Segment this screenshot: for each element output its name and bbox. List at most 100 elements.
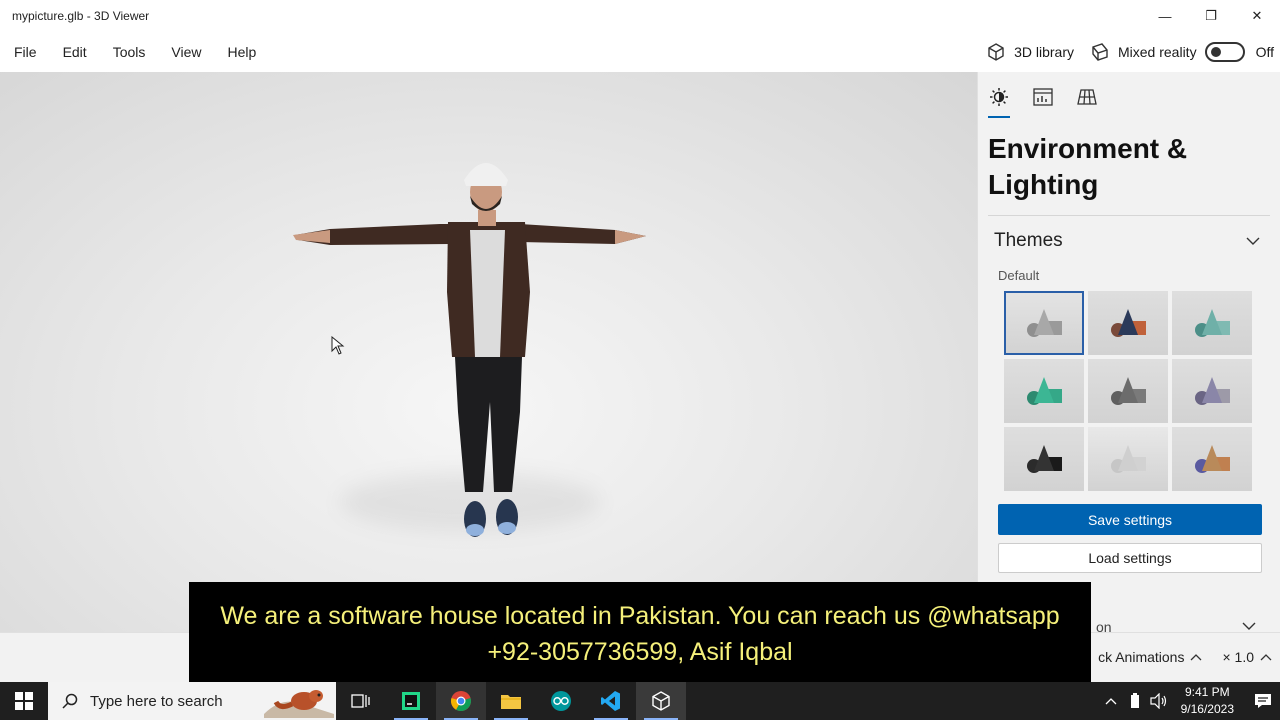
- theme-preview-icon: [1111, 377, 1146, 405]
- taskbar-search-box[interactable]: Type here to search: [48, 682, 336, 720]
- taskbar-app-chrome[interactable]: [436, 682, 486, 720]
- 3d-character-model[interactable]: [0, 72, 977, 632]
- taskbar-app-arduino[interactable]: [536, 682, 586, 720]
- stats-icon: [1033, 88, 1053, 106]
- system-clock[interactable]: 9:41 PM 9/16/2023: [1181, 684, 1234, 718]
- speed-label[interactable]: × 1.0: [1222, 649, 1254, 665]
- task-view-button[interactable]: [336, 682, 386, 720]
- menu-bar: File Edit Tools View Help 3D library Mix…: [0, 32, 1280, 72]
- task-view-icon: [351, 694, 370, 708]
- themes-section-header[interactable]: Themes: [994, 230, 1260, 252]
- subtitle-line-1: We are a software house located in Pakis…: [220, 602, 1060, 630]
- menu-view[interactable]: View: [158, 44, 214, 60]
- chevron-up-icon: [1105, 698, 1117, 705]
- title-bar: mypicture.glb - 3D Viewer — ❐ ✕: [0, 0, 1280, 32]
- cube-icon: [988, 43, 1004, 61]
- start-button[interactable]: [0, 682, 48, 720]
- theme-grid: [1004, 291, 1280, 491]
- toggle-state-label: Off: [1255, 44, 1274, 60]
- theme-option-9[interactable]: [1172, 427, 1252, 491]
- battery-icon: [1130, 693, 1139, 708]
- theme-option-8[interactable]: [1088, 427, 1168, 491]
- minimize-button[interactable]: —: [1142, 0, 1188, 32]
- theme-option-2[interactable]: [1088, 291, 1168, 355]
- window-title: mypicture.glb - 3D Viewer: [12, 9, 150, 23]
- taskbar: Type here to search 9:41 PM 9/16/2023: [0, 682, 1280, 720]
- mixed-reality-button[interactable]: Mixed reality: [1090, 42, 1197, 62]
- themes-label: Themes: [994, 230, 1063, 251]
- menu-file[interactable]: File: [1, 44, 50, 60]
- search-placeholder: Type here to search: [90, 692, 223, 710]
- theme-option-6[interactable]: [1172, 359, 1252, 423]
- notification-icon: [1255, 694, 1271, 708]
- taskbar-app-file-explorer[interactable]: [486, 682, 536, 720]
- animation-controls: ck Animations × 1.0: [1098, 649, 1272, 665]
- tray-overflow-button[interactable]: [1099, 697, 1123, 705]
- taskbar-app-pycharm[interactable]: [386, 682, 436, 720]
- load-settings-button[interactable]: Load settings: [998, 543, 1262, 573]
- taskbar-app-vscode[interactable]: [586, 682, 636, 720]
- 3d-library-label: 3D library: [1014, 44, 1074, 60]
- theme-option-1[interactable]: [1004, 291, 1084, 355]
- restore-button[interactable]: ❐: [1188, 0, 1234, 32]
- sun-icon: [990, 88, 1008, 106]
- subtitle-overlay: We are a software house located in Pakis…: [189, 582, 1091, 685]
- menu-edit[interactable]: Edit: [50, 44, 100, 60]
- collapsed-chevron-icon[interactable]: [1242, 622, 1256, 630]
- pycharm-icon: [402, 692, 420, 710]
- clock-time: 9:41 PM: [1184, 685, 1230, 699]
- 3d-library-button[interactable]: 3D library: [986, 42, 1074, 62]
- folder-icon: [501, 695, 521, 709]
- menu-help[interactable]: Help: [214, 44, 269, 60]
- theme-preview-icon: [1027, 309, 1062, 337]
- animations-label[interactable]: ck Animations: [1098, 649, 1184, 665]
- theme-option-7[interactable]: [1004, 427, 1084, 491]
- arduino-icon: [551, 691, 571, 711]
- tab-stats[interactable]: [1032, 86, 1054, 108]
- battery-button[interactable]: [1123, 693, 1147, 709]
- chevron-up-icon[interactable]: [1190, 653, 1202, 661]
- panel-heading: Environment & Lighting: [988, 133, 1188, 200]
- tab-grid[interactable]: [1076, 86, 1098, 108]
- chrome-icon: [451, 691, 471, 712]
- collapsed-section-label[interactable]: on: [1096, 619, 1112, 635]
- theme-preview-icon: [1195, 309, 1230, 337]
- theme-option-4[interactable]: [1004, 359, 1084, 423]
- search-icon: [62, 693, 78, 709]
- mixed-reality-toggle[interactable]: [1204, 42, 1245, 62]
- windows-logo-icon: [15, 692, 33, 710]
- notification-center-button[interactable]: [1246, 693, 1280, 709]
- mixed-reality-label: Mixed reality: [1117, 44, 1197, 60]
- save-settings-button[interactable]: Save settings: [998, 504, 1262, 535]
- close-button[interactable]: ✕: [1234, 0, 1280, 32]
- themes-default-label: Default: [998, 268, 1040, 283]
- system-tray: 9:41 PM 9/16/2023: [1099, 682, 1280, 720]
- panel-tabs: [988, 86, 1280, 118]
- menu-tools[interactable]: Tools: [100, 44, 159, 60]
- theme-option-5[interactable]: [1088, 359, 1168, 423]
- theme-option-3[interactable]: [1172, 291, 1252, 355]
- theme-preview-icon: [1111, 445, 1146, 473]
- mixed-reality-icon: [1092, 43, 1108, 61]
- volume-icon: [1150, 693, 1166, 709]
- grid-icon: [1077, 89, 1097, 105]
- speed-chevron-up-icon[interactable]: [1260, 653, 1272, 661]
- window-controls: — ❐ ✕: [1142, 0, 1280, 32]
- volume-button[interactable]: [1147, 693, 1171, 709]
- clock-date: 9/16/2023: [1180, 702, 1234, 716]
- red-panda-illustration-icon: [264, 690, 334, 718]
- 3d-viewport[interactable]: [0, 72, 977, 632]
- theme-preview-icon: [1195, 445, 1230, 473]
- environment-panel: Environment & Lighting Themes Default Sa…: [977, 72, 1280, 632]
- theme-preview-icon: [1111, 309, 1146, 337]
- divider: [988, 215, 1270, 216]
- theme-preview-icon: [1027, 445, 1062, 473]
- chevron-down-icon: [1246, 237, 1260, 245]
- mouse-cursor-icon: [331, 336, 345, 355]
- theme-preview-icon: [1027, 377, 1062, 405]
- menu-right-group: 3D library Mixed reality Off: [986, 32, 1280, 72]
- subtitle-line-2: +92-3057736599, Asif Iqbal: [487, 638, 793, 666]
- taskbar-app-3d-viewer[interactable]: [636, 682, 686, 720]
- vscode-icon: [601, 691, 620, 711]
- tab-environment[interactable]: [988, 86, 1010, 118]
